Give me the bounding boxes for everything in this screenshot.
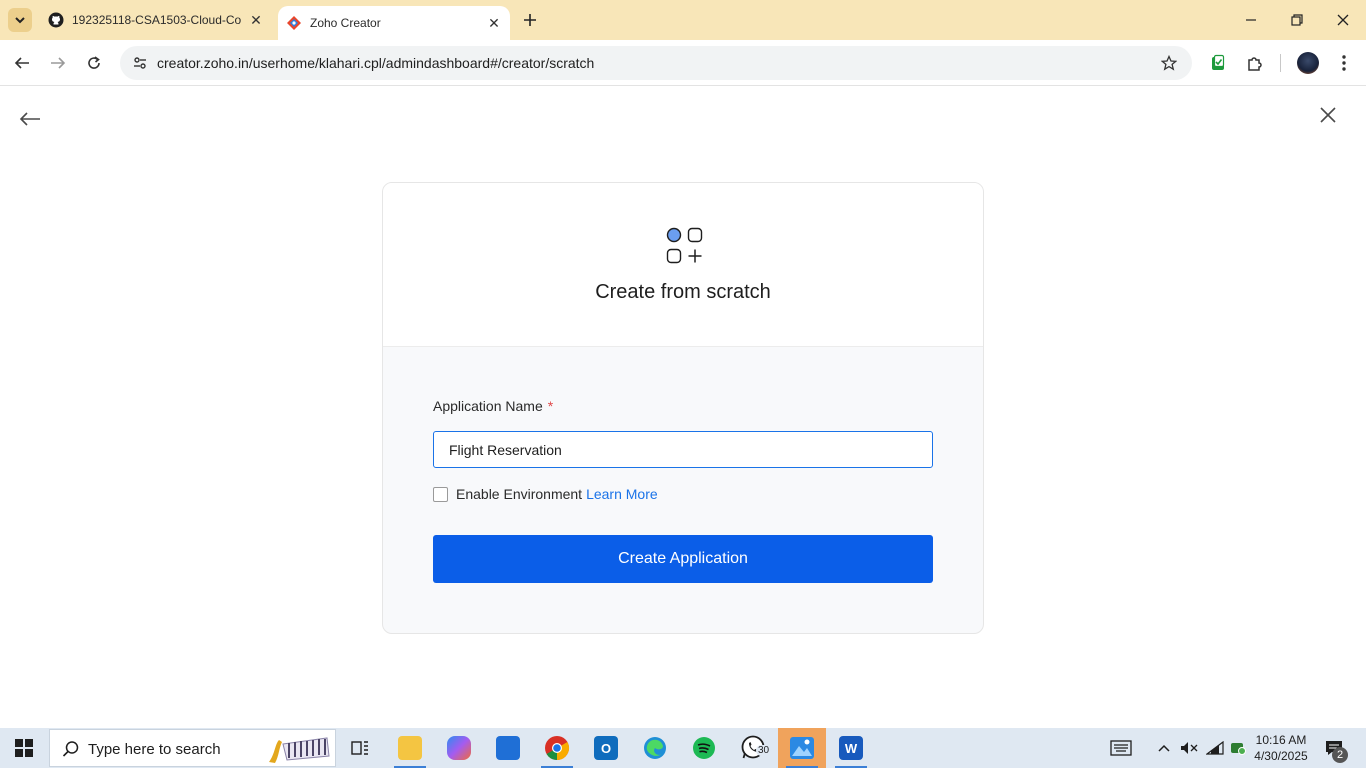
chrome-button[interactable] (533, 728, 581, 768)
edge-button[interactable] (631, 728, 679, 768)
word-button[interactable]: W (827, 728, 875, 768)
create-application-button[interactable]: Create Application (433, 535, 933, 583)
store-icon (496, 736, 520, 760)
taskbar-search-box[interactable]: Type here to search (49, 729, 336, 767)
show-hidden-icons-chevron-up-icon[interactable] (1154, 728, 1174, 768)
close-window-button[interactable] (1320, 0, 1366, 40)
tab-close-icon[interactable]: ✕ (484, 13, 504, 33)
word-icon: W (839, 736, 863, 760)
search-highlight-illustration-icon (269, 737, 330, 763)
notification-count-badge: 2 (1332, 747, 1348, 763)
close-icon (1337, 14, 1349, 26)
new-tab-button[interactable] (518, 8, 542, 32)
task-view-button[interactable] (336, 728, 384, 768)
address-bar[interactable]: creator.zoho.in/userhome/klahari.cpl/adm… (120, 46, 1192, 80)
arrow-left-icon (14, 57, 29, 69)
menu-button[interactable] (1330, 49, 1358, 77)
windows-logo-icon (15, 739, 33, 757)
label-text: Application Name (433, 398, 543, 414)
clock-time: 10:16 AM (1255, 733, 1307, 747)
search-icon (62, 741, 79, 757)
card-title: Create from scratch (595, 281, 771, 303)
reload-icon (88, 56, 100, 69)
arrow-right-icon (51, 57, 66, 69)
tab-github[interactable]: 192325118-CSA1503-Cloud-Co ✕ (40, 0, 272, 40)
tab-search-button[interactable] (8, 8, 32, 32)
spotify-icon (693, 737, 715, 759)
volume-muted-icon[interactable] (1178, 728, 1200, 768)
plus-icon (524, 14, 536, 26)
puzzle-icon (1248, 57, 1262, 71)
folder-icon (398, 736, 422, 760)
forward-button[interactable] (44, 49, 72, 77)
search-placeholder: Type here to search (88, 741, 221, 758)
start-button[interactable] (0, 728, 48, 768)
green-document-icon (1212, 54, 1225, 70)
kebab-menu-icon (1342, 55, 1346, 71)
tab-title: 192325118-CSA1503-Cloud-Co (72, 13, 242, 27)
enable-environment-row: Enable Environment Learn More (433, 485, 658, 503)
clock-date: 4/30/2025 (1254, 749, 1308, 763)
copilot-button[interactable] (435, 728, 483, 768)
application-name-label: Application Name * (433, 398, 553, 414)
extensions-button[interactable] (1241, 49, 1269, 77)
copilot-icon (447, 736, 471, 760)
reload-button[interactable] (80, 49, 108, 77)
url-text: creator.zoho.in/userhome/klahari.cpl/adm… (157, 55, 595, 71)
site-info-icon[interactable] (128, 51, 152, 75)
browser-tabstrip: 192325118-CSA1503-Cloud-Co ✕ Zoho Creato… (0, 0, 1366, 40)
minimize-button[interactable] (1228, 0, 1274, 40)
outlook-icon: O (594, 736, 618, 760)
close-icon[interactable] (1318, 105, 1338, 125)
toolbar-divider (1280, 54, 1281, 72)
card-header: Create from scratch (383, 183, 983, 347)
spotify-button[interactable] (680, 728, 728, 768)
microsoft-store-button[interactable] (484, 728, 532, 768)
photos-icon (790, 737, 814, 759)
edge-icon (644, 737, 666, 759)
scratch-app-icon (665, 225, 705, 265)
github-icon (48, 12, 64, 28)
application-name-input[interactable] (433, 431, 933, 468)
profile-avatar[interactable] (1297, 52, 1319, 74)
security-shield-icon[interactable] (1228, 728, 1248, 768)
extension-green-button[interactable] (1204, 49, 1232, 77)
minimize-icon (1246, 19, 1256, 21)
zoho-creator-icon (286, 15, 302, 31)
back-arrow-icon[interactable] (18, 109, 42, 129)
windows-taskbar: Type here to search O 30 W 10:16 AM 4/30… (0, 728, 1366, 768)
enable-environment-label: Enable Environment (456, 486, 583, 502)
outlook-button[interactable]: O (582, 728, 630, 768)
tab-close-icon[interactable]: ✕ (246, 10, 266, 30)
photos-button[interactable] (778, 728, 826, 768)
bookmark-star-icon[interactable] (1158, 52, 1180, 74)
create-from-scratch-card: Create from scratch Application Name* En… (382, 182, 984, 634)
whatsapp-unread-badge: 30 (756, 745, 772, 756)
page-content: Create from scratch Application Name* En… (0, 87, 1366, 728)
task-view-icon (351, 741, 368, 755)
enable-environment-checkbox[interactable] (433, 486, 448, 502)
network-icon[interactable] (1204, 728, 1226, 768)
back-button[interactable] (8, 49, 36, 77)
taskbar-clock[interactable]: 10:16 AM 4/30/2025 (1250, 732, 1312, 764)
chrome-icon (545, 736, 570, 760)
tab-zoho-creator[interactable]: Zoho Creator ✕ (278, 6, 510, 40)
file-explorer-button[interactable] (386, 728, 434, 768)
chevron-down-icon (15, 17, 25, 24)
required-marker: * (547, 398, 554, 414)
restore-icon (1291, 14, 1303, 26)
tab-title: Zoho Creator (310, 16, 381, 30)
restore-button[interactable] (1274, 0, 1320, 40)
input-panel-icon[interactable] (1106, 728, 1136, 768)
browser-toolbar: creator.zoho.in/userhome/klahari.cpl/adm… (0, 40, 1366, 86)
learn-more-link[interactable]: Learn More (586, 486, 658, 502)
